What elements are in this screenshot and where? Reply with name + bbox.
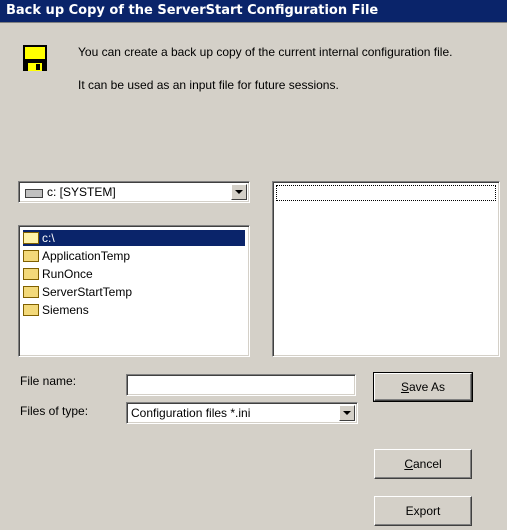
directory-item[interactable]: ApplicationTemp xyxy=(23,248,130,264)
folder-icon xyxy=(23,303,39,316)
folder-icon xyxy=(23,267,39,280)
directory-item[interactable]: ServerStartTemp xyxy=(23,284,132,300)
folder-icon xyxy=(23,285,39,298)
message-line-2: It can be used as an input file for futu… xyxy=(78,78,339,92)
file-name-label: File name: xyxy=(20,374,77,388)
chevron-down-icon[interactable] xyxy=(231,184,247,200)
drive-select-value: c: [SYSTEM] xyxy=(47,185,116,199)
export-button[interactable]: Export xyxy=(374,496,472,526)
floppy-disk-icon xyxy=(22,44,48,72)
files-of-type-value: Configuration files *.ini xyxy=(131,406,251,420)
title-divider xyxy=(0,22,507,23)
files-of-type-select[interactable]: Configuration files *.ini xyxy=(126,402,358,424)
save-as-button[interactable]: Save As xyxy=(373,372,473,402)
directory-item[interactable]: Siemens xyxy=(23,302,89,318)
directory-item[interactable]: RunOnce xyxy=(23,266,93,282)
file-list[interactable] xyxy=(272,181,500,357)
directory-item[interactable]: c:\ xyxy=(23,230,245,246)
drive-select[interactable]: c: [SYSTEM] xyxy=(18,181,250,203)
file-list-focus xyxy=(276,185,496,201)
chevron-down-icon[interactable] xyxy=(339,405,355,421)
folder-icon xyxy=(23,249,39,262)
directory-list[interactable]: c:\ ApplicationTemp RunOnce ServerStartT… xyxy=(18,225,250,357)
file-name-input[interactable] xyxy=(126,374,356,396)
files-of-type-label: Files of type: xyxy=(20,404,89,418)
cancel-button[interactable]: Cancel xyxy=(374,449,472,479)
folder-open-icon xyxy=(23,231,39,244)
title-bar: Back up Copy of the ServerStart Configur… xyxy=(0,0,507,22)
message-line-1: You can create a back up copy of the cur… xyxy=(78,45,453,59)
dialog-title: Back up Copy of the ServerStart Configur… xyxy=(6,3,379,18)
hard-drive-icon xyxy=(25,189,43,198)
